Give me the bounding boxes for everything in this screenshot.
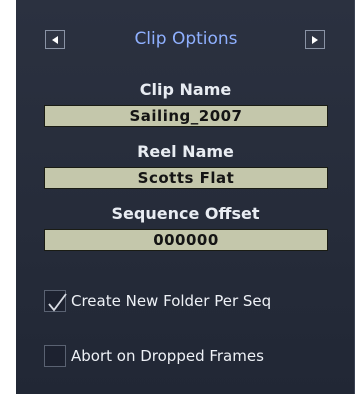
panel-title: Clip Options: [134, 29, 238, 49]
triangle-left-icon: [52, 35, 58, 44]
reel-name-label: Reel Name: [137, 142, 234, 161]
abort-dropped-frames-label: Abort on Dropped Frames: [71, 347, 264, 365]
create-folder-checkbox[interactable]: [44, 290, 67, 312]
triangle-right-icon: [312, 35, 318, 44]
clip-options-panel: Clip Options Clip Name Sailing_2007 Reel…: [16, 0, 355, 394]
create-folder-option[interactable]: Create New Folder Per Seq: [44, 289, 271, 313]
create-folder-label: Create New Folder Per Seq: [71, 292, 272, 310]
clip-name-field[interactable]: Sailing_2007: [44, 105, 328, 127]
previous-button[interactable]: [45, 30, 65, 49]
sequence-offset-field[interactable]: 000000: [44, 229, 328, 251]
next-button[interactable]: [305, 30, 325, 49]
abort-dropped-frames-checkbox[interactable]: [44, 345, 66, 367]
sequence-offset-label: Sequence Offset: [111, 204, 260, 223]
clip-name-label: Clip Name: [139, 80, 232, 99]
checkmark-icon: [48, 293, 67, 312]
reel-name-field[interactable]: Scotts Flat: [44, 167, 328, 189]
abort-dropped-frames-option[interactable]: Abort on Dropped Frames: [44, 344, 264, 368]
